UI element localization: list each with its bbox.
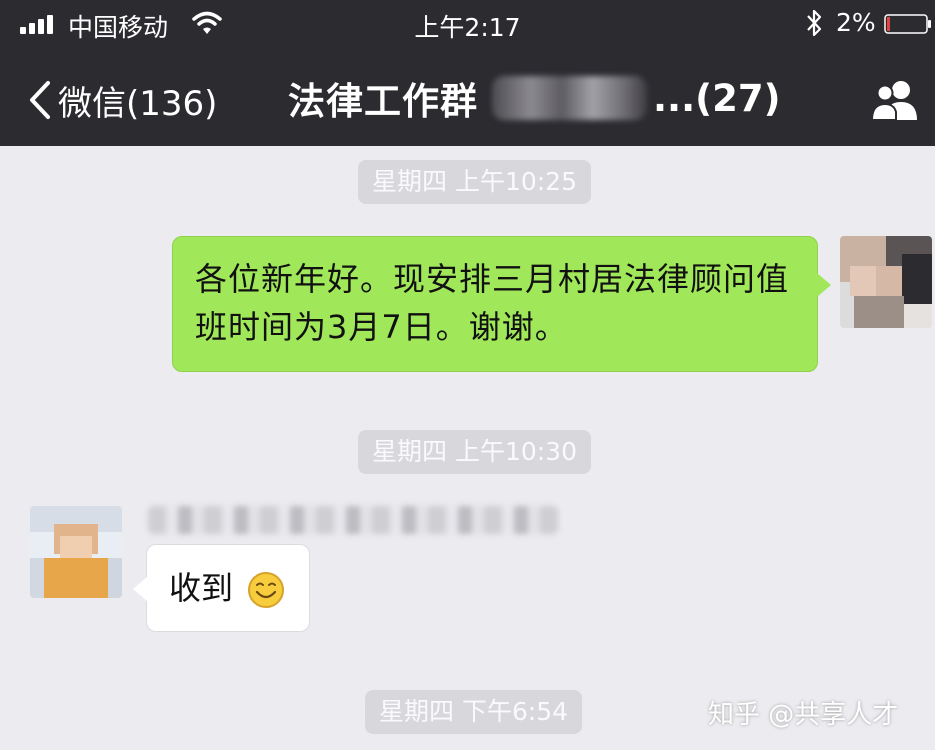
chat-title: 法律工作群 ...(27) [288,72,780,124]
smile-emoji-icon [248,572,284,608]
outgoing-message-bubble[interactable]: 各位新年好。现安排三月村居法律顾问值班时间为3月7日。谢谢。 [172,236,831,372]
outgoing-message-text: 各位新年好。现安排三月村居法律顾问值班时间为3月7日。谢谢。 [195,260,790,346]
top-bar: 中国移动 上午2:17 2% 微信(136) 法律工作群 ...(27) [0,0,935,146]
avatar-image [30,506,122,598]
member-count: ...(27) [653,76,781,120]
incoming-message-text: 收到 [169,569,234,607]
timestamp: 星期四 上午10:25 [358,160,591,204]
avatar[interactable] [840,236,932,328]
back-label: 微信(136) [58,83,218,124]
bluetooth-icon [807,9,822,37]
back-chevron-icon [30,81,50,119]
redacted-sender-name [148,506,558,534]
battery-percent: 2% [836,8,876,37]
timestamp: 星期四 下午6:54 [365,690,583,734]
status-bar: 中国移动 上午2:17 2% [0,0,935,50]
nav-bar: 微信(136) 法律工作群 ...(27) [0,56,935,144]
chat-title-text: 法律工作群 [288,80,478,123]
status-time: 上午2:17 [414,13,521,42]
watermark: 知乎 @共享人才 [708,700,899,730]
members-icon[interactable] [870,76,922,122]
redacted-title-part [492,76,647,120]
avatar-image [840,236,932,328]
incoming-message-bubble[interactable]: 收到 [133,544,310,632]
battery-icon [884,14,931,34]
back-button[interactable]: 微信(136) [28,78,218,124]
timestamp: 星期四 上午10:30 [358,430,591,474]
avatar[interactable] [30,506,122,598]
